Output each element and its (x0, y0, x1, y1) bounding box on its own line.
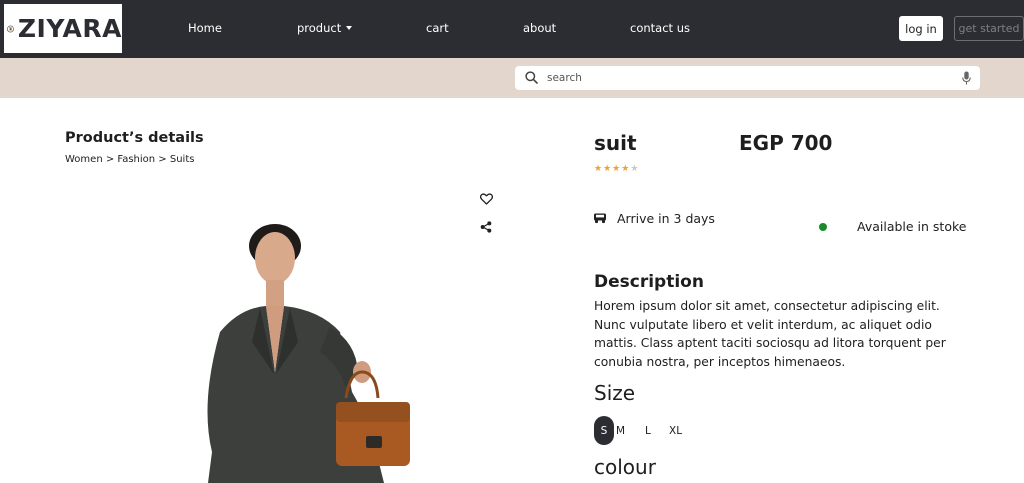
colour-heading: colour (594, 455, 656, 479)
brand-name: ZIYARA (17, 14, 122, 43)
details-title: Product’s details (65, 130, 204, 146)
search-box[interactable] (515, 66, 980, 90)
brand-logo[interactable]: ZIYARA (4, 4, 122, 53)
product-price: EGP 700 (739, 131, 833, 155)
nav-about-link[interactable]: about (523, 21, 556, 35)
share-icon[interactable] (480, 221, 492, 233)
navbar: ZIYARA Home product cart about contact u… (0, 0, 1024, 58)
search-icon (525, 71, 538, 84)
size-heading: Size (594, 381, 636, 405)
stock-status-dot (819, 223, 827, 231)
product-name: suit (594, 131, 637, 155)
login-button[interactable]: log in (899, 16, 943, 41)
caret-down-icon (346, 26, 353, 30)
nav-contact-link[interactable]: contact us (630, 21, 690, 35)
nav-product-dropdown[interactable]: product (297, 21, 353, 35)
search-band (0, 58, 1024, 98)
nav-home-link[interactable]: Home (188, 21, 222, 35)
star-icon: ★ (603, 164, 613, 174)
star-icon: ★ (630, 164, 640, 174)
star-icon: ★ (612, 164, 622, 174)
size-option-l[interactable]: L (645, 425, 651, 437)
size-option-s[interactable]: S (594, 416, 614, 445)
size-option-m[interactable]: M (616, 425, 625, 437)
star-icon: ★ (594, 164, 604, 174)
get-started-button[interactable]: get started (954, 16, 1024, 41)
description-heading: Description (594, 272, 704, 292)
stock-status: Available in stoke (857, 219, 967, 234)
size-option-xl[interactable]: XL (669, 425, 682, 437)
rating-stars: ★★★★★ (594, 164, 639, 174)
nav-product-label: product (297, 21, 342, 35)
breadcrumb[interactable]: Women > Fashion > Suits (65, 154, 194, 165)
product-image (207, 224, 410, 483)
search-input[interactable] (547, 69, 947, 87)
description-text: Horem ipsum dolor sit amet, consectetur … (594, 299, 946, 369)
delivery-estimate: Arrive in 3 days (617, 211, 715, 226)
microphone-icon[interactable] (962, 71, 971, 85)
truck-icon (594, 213, 606, 224)
logo-mark-icon (7, 25, 14, 32)
heart-icon[interactable] (480, 193, 493, 205)
star-icon: ★ (621, 164, 631, 174)
nav-cart-link[interactable]: cart (426, 21, 449, 35)
